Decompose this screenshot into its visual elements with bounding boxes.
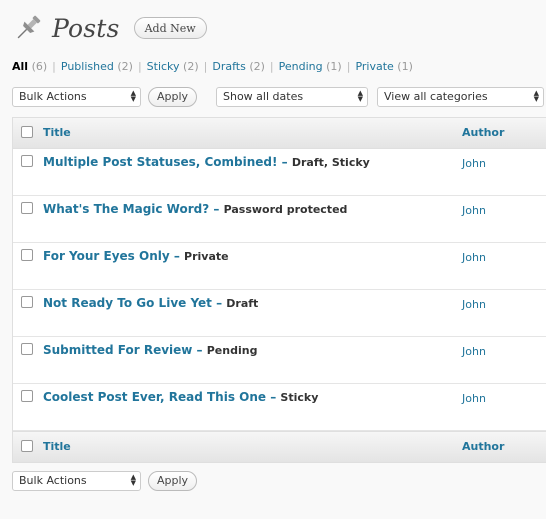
post-title-link[interactable]: Coolest Post Ever, Read This One — [43, 390, 266, 404]
select-arrows-icon: ▲ ▼ — [130, 89, 136, 103]
select-arrows-icon: ▲ ▼ — [357, 89, 363, 103]
table-row: Submitted For Review – Pending John — [13, 337, 546, 384]
row-checkbox[interactable] — [21, 343, 33, 355]
post-state: Pending — [206, 344, 258, 357]
add-new-button[interactable]: Add New — [133, 17, 207, 39]
posts-table: Title Author Multiple Post Statuses, Com… — [12, 117, 546, 463]
row-checkbox[interactable] — [21, 202, 33, 214]
pushpin-icon — [17, 15, 41, 39]
row-checkbox[interactable] — [21, 249, 33, 261]
table-row: What's The Magic Word? – Password protec… — [13, 196, 546, 243]
apply-button-top[interactable]: Apply — [148, 87, 197, 107]
select-all-checkbox[interactable] — [21, 126, 33, 138]
bulk-actions-select-bottom[interactable]: Bulk Actions ▲ ▼ — [12, 471, 141, 491]
row-checkbox[interactable] — [21, 155, 33, 167]
post-state: Password protected — [223, 203, 348, 216]
table-row: Not Ready To Go Live Yet – Draft John — [13, 290, 546, 337]
dates-select[interactable]: Show all dates ▲ ▼ — [216, 87, 368, 107]
post-state: Sticky — [280, 391, 319, 404]
post-author-link[interactable]: John — [462, 251, 486, 264]
post-title-link[interactable]: Not Ready To Go Live Yet — [43, 296, 212, 310]
post-author-link[interactable]: John — [462, 392, 486, 405]
bulk-actions-select-top[interactable]: Bulk Actions ▲ ▼ — [12, 87, 141, 107]
post-state: Draft — [226, 297, 259, 310]
column-title-footer[interactable]: Title — [43, 440, 71, 453]
table-row: Coolest Post Ever, Read This One – Stick… — [13, 384, 546, 431]
row-checkbox[interactable] — [21, 296, 33, 308]
column-author-header[interactable]: Author — [462, 126, 504, 139]
select-arrows-icon: ▲ ▼ — [130, 473, 136, 487]
post-state: Private — [184, 250, 229, 263]
post-author-link[interactable]: John — [462, 298, 486, 311]
filter-private[interactable]: Private — [355, 60, 393, 73]
filter-pending[interactable]: Pending — [279, 60, 323, 73]
apply-button-bottom[interactable]: Apply — [148, 471, 197, 491]
post-author-link[interactable]: John — [462, 345, 486, 358]
table-footer: Title Author — [13, 431, 546, 463]
post-title-link[interactable]: For Your Eyes Only — [43, 249, 170, 263]
table-row: Multiple Post Statuses, Combined! – Draf… — [13, 149, 546, 196]
filter-published[interactable]: Published — [61, 60, 114, 73]
post-title-link[interactable]: Multiple Post Statuses, Combined! — [43, 155, 277, 169]
table-header: Title Author — [13, 118, 546, 149]
status-filter-links: All (6) | Published (2) | Sticky (2) | Drafts … — [12, 60, 413, 73]
filter-drafts[interactable]: Drafts — [212, 60, 245, 73]
post-state: Draft, Sticky — [291, 156, 370, 169]
page-header: Posts Add New — [12, 10, 207, 46]
page-title: Posts — [52, 13, 120, 43]
filter-all[interactable]: All (6) — [12, 60, 47, 73]
post-author-link[interactable]: John — [462, 157, 486, 170]
column-title-header[interactable]: Title — [43, 126, 71, 139]
column-author-footer[interactable]: Author — [462, 440, 504, 453]
select-all-checkbox-footer[interactable] — [21, 440, 33, 452]
select-arrows-icon: ▲ ▼ — [533, 89, 539, 103]
row-checkbox[interactable] — [21, 390, 33, 402]
post-author-link[interactable]: John — [462, 204, 486, 217]
categories-select[interactable]: View all categories ▲ ▼ — [377, 87, 544, 107]
filter-sticky[interactable]: Sticky — [147, 60, 180, 73]
post-title-link[interactable]: What's The Magic Word? — [43, 202, 209, 216]
table-row: For Your Eyes Only – Private John — [13, 243, 546, 290]
post-title-link[interactable]: Submitted For Review — [43, 343, 192, 357]
